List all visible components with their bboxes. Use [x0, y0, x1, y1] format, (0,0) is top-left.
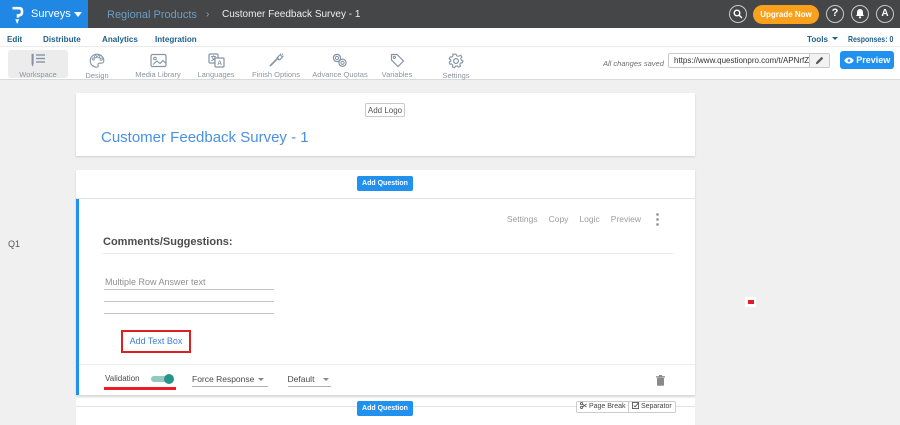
svg-text:A: A	[217, 60, 222, 67]
